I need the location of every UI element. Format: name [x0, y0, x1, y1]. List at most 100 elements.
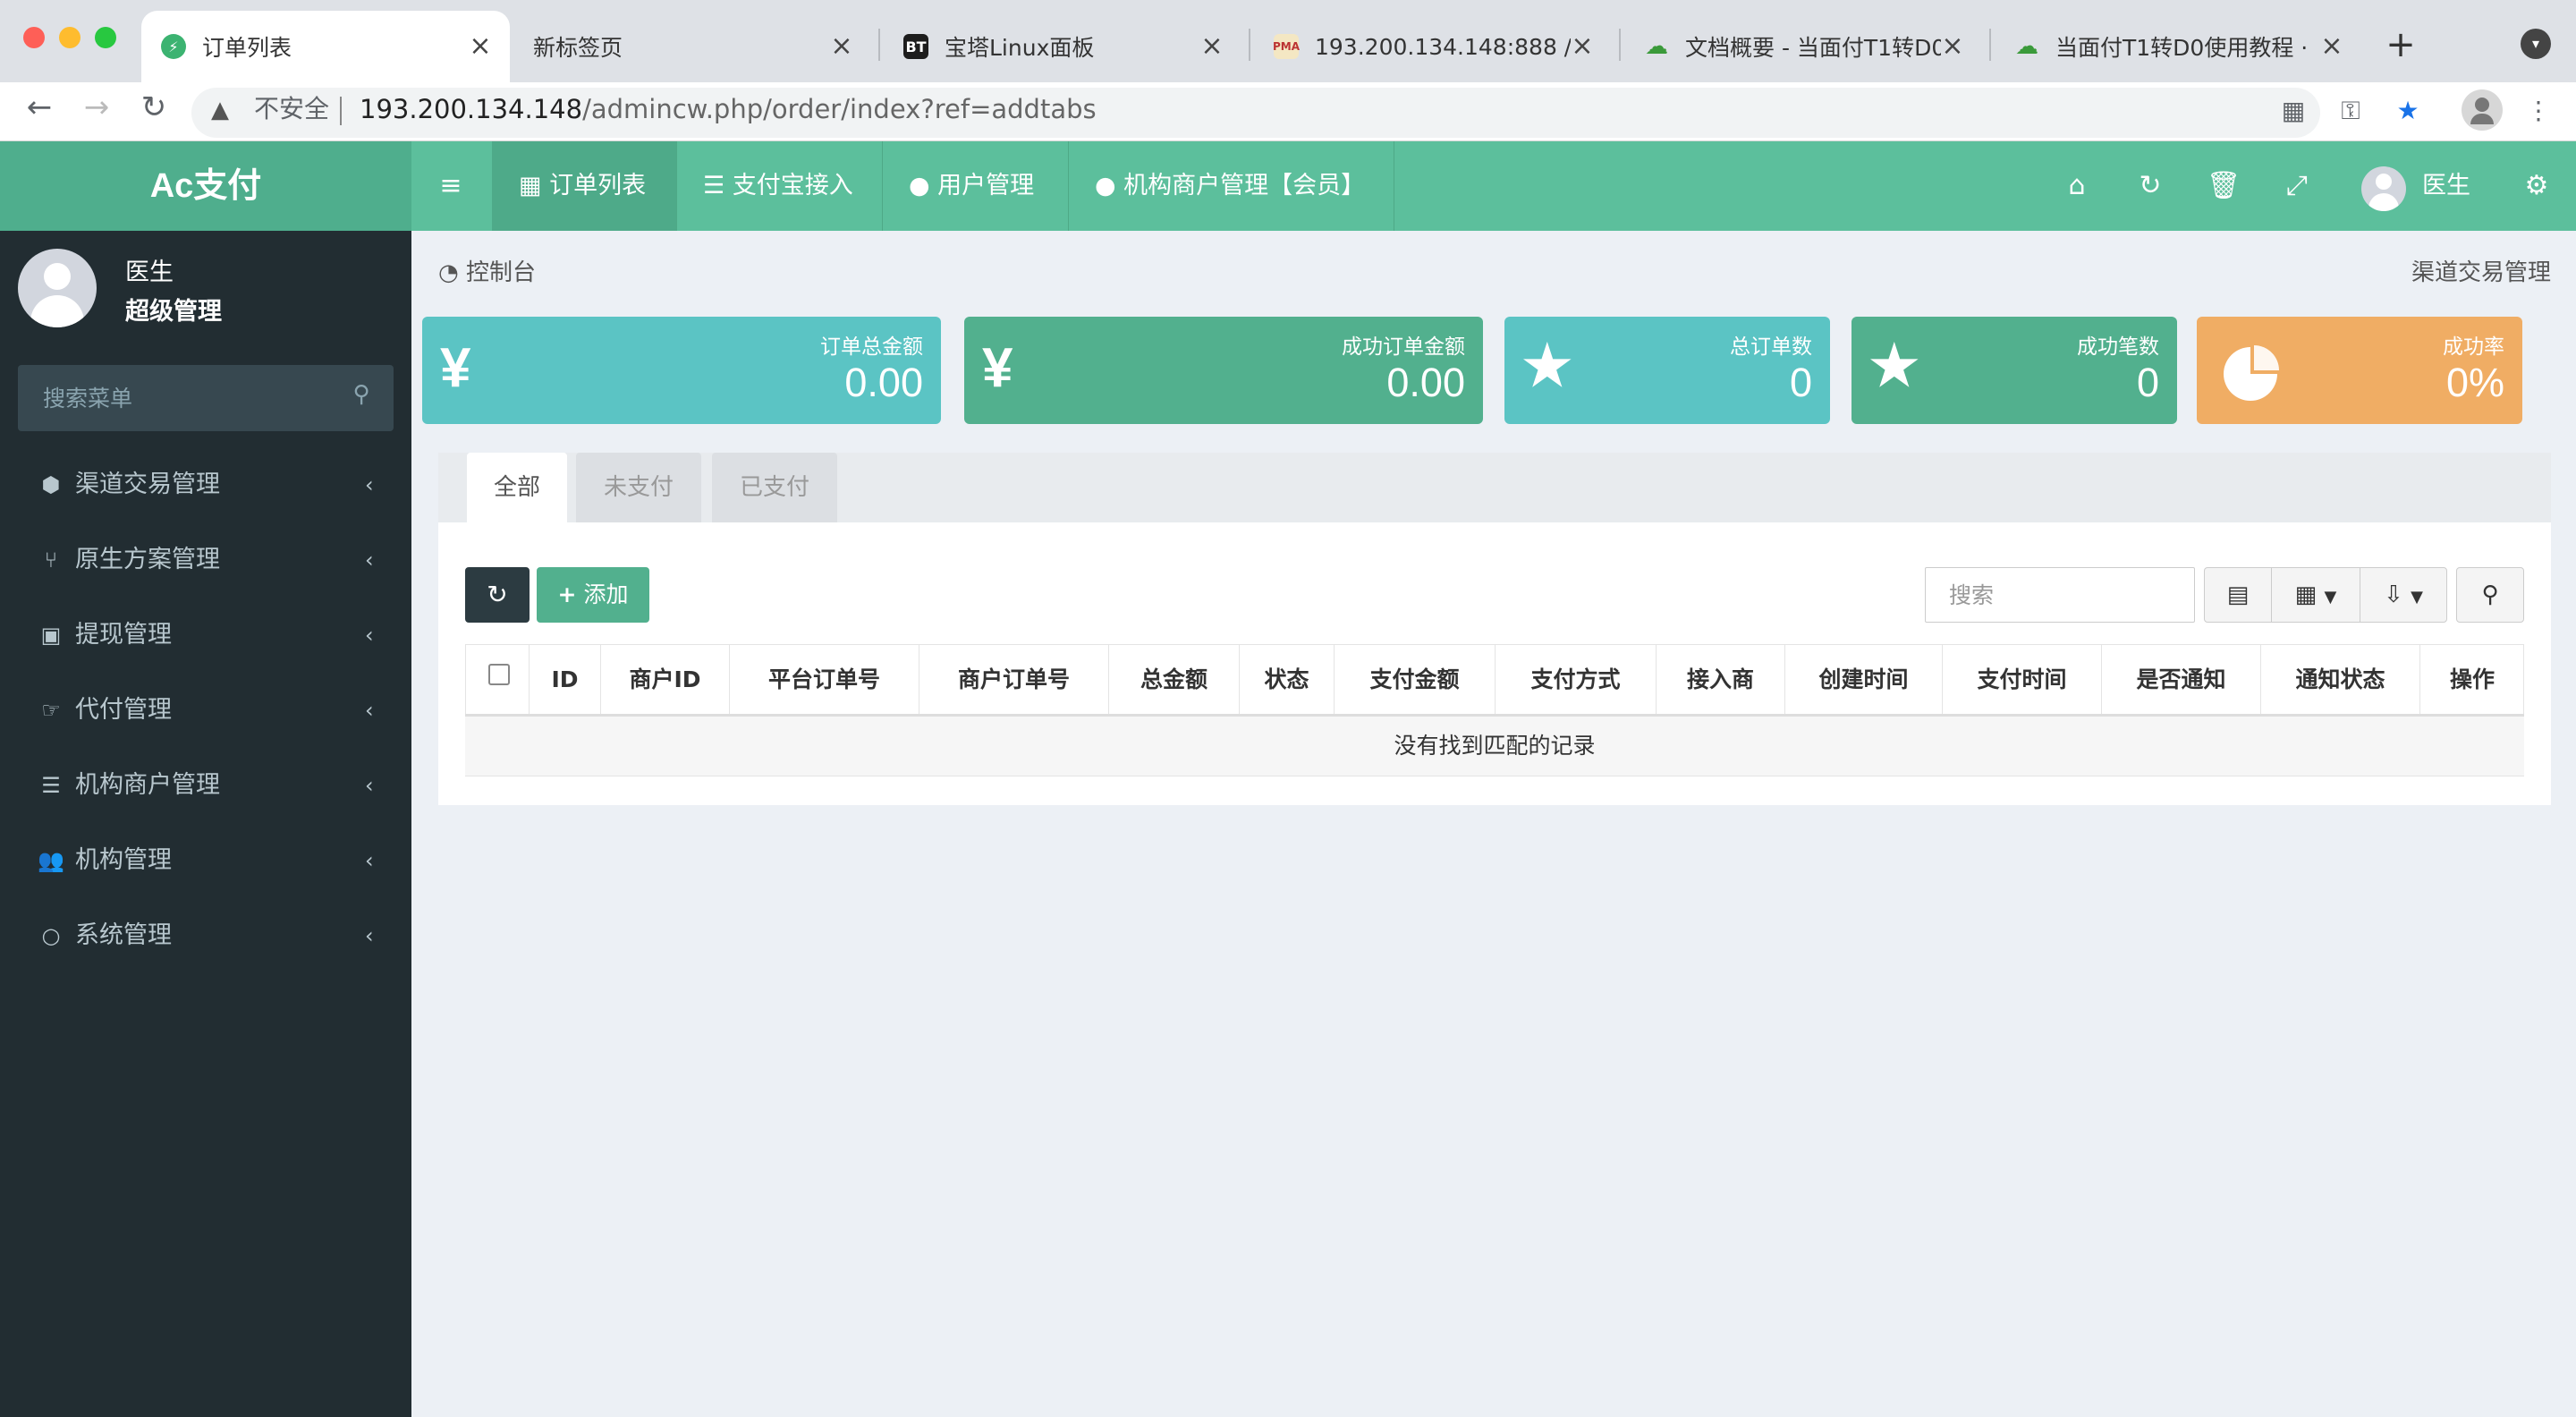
browser-menu-icon[interactable]: ⋮: [2517, 89, 2560, 132]
sidebar-item-org[interactable]: 👥 机构管理 ‹: [0, 823, 411, 898]
close-tab-icon[interactable]: ×: [830, 33, 853, 60]
stat-label: 成功率: [2443, 335, 2504, 359]
new-tab-button[interactable]: +: [2381, 20, 2420, 70]
stat-label: 订单总金额: [820, 335, 923, 359]
key-icon[interactable]: ⚿: [2329, 89, 2372, 132]
profile-avatar-icon[interactable]: [2462, 89, 2503, 131]
forward-icon[interactable]: →: [72, 82, 122, 132]
list-icon: ☰: [41, 773, 61, 798]
sidebar-item-channel-trade[interactable]: ⬢ 渠道交易管理 ‹: [0, 447, 411, 522]
breadcrumb-label: 控制台: [465, 259, 536, 286]
search-icon: ⚲: [2481, 581, 2499, 608]
brand-logo[interactable]: Ac支付: [0, 141, 411, 231]
bookmark-star-icon[interactable]: ★: [2386, 89, 2429, 132]
table-search-input[interactable]: [1925, 567, 2195, 623]
app-logo-icon: ⚡: [161, 34, 186, 59]
browser-tab[interactable]: ☁ 文档概要 - 当面付T1转D0 ×: [1624, 11, 1982, 82]
columns-button[interactable]: ▦ ▼: [2271, 567, 2360, 623]
browser-tab[interactable]: 新标签页 ×: [513, 11, 871, 82]
fullscreen-icon[interactable]: ⤢: [2279, 141, 2315, 231]
sidebar-item-native-plan[interactable]: ⑂ 原生方案管理 ‹: [0, 522, 411, 598]
sidebar-search-input[interactable]: [18, 365, 340, 431]
topnav-tab-alipay[interactable]: ☰ 支付宝接入: [676, 141, 882, 231]
sidebar-toggle-icon[interactable]: ≡: [433, 141, 469, 231]
usb-icon: ⑂: [44, 547, 58, 573]
tab-all[interactable]: 全部: [467, 453, 567, 522]
tab-title: 193.200.134.148:888 / lo: [1315, 33, 1571, 60]
column-header[interactable]: 商户ID: [601, 644, 730, 716]
browser-tab-active[interactable]: ⚡ 订单列表 ×: [141, 11, 510, 82]
tab-separator: [1619, 29, 1621, 61]
column-header[interactable]: 是否通知: [2102, 644, 2261, 716]
sidebar-item-label: 渠道交易管理: [75, 471, 220, 498]
close-tab-icon[interactable]: ×: [2320, 33, 2343, 60]
column-header[interactable]: 支付方式: [1496, 644, 1657, 716]
trash-icon[interactable]: 🗑: [2206, 141, 2241, 231]
tab-title: 新标签页: [533, 35, 623, 61]
search-icon[interactable]: ⚲: [343, 381, 379, 408]
topnav-tab-orders[interactable]: ▦ 订单列表: [492, 141, 676, 231]
column-header[interactable]: 商户订单号: [919, 644, 1109, 716]
column-header[interactable]: 创建时间: [1785, 644, 1943, 716]
home-icon[interactable]: ⌂: [2059, 141, 2095, 231]
maximize-window-button[interactable]: [95, 27, 116, 48]
column-header[interactable]: 平台订单号: [730, 644, 919, 716]
sidebar-item-payout[interactable]: ☞ 代付管理 ‹: [0, 673, 411, 748]
sidebar-item-org-merchant[interactable]: ☰ 机构商户管理 ‹: [0, 748, 411, 823]
select-all-checkbox[interactable]: [488, 664, 510, 685]
stat-card-success-amount: ¥ 成功订单金额 0.00: [964, 317, 1483, 424]
dashboard-icon: ◔: [438, 259, 459, 286]
column-header[interactable]: 通知状态: [2261, 644, 2420, 716]
plus-icon: +: [557, 581, 577, 607]
column-header[interactable]: 总金额: [1109, 644, 1240, 716]
column-header[interactable]: 支付金额: [1335, 644, 1496, 716]
header-avatar[interactable]: [2361, 166, 2406, 211]
export-button[interactable]: ⇩ ▼: [2360, 567, 2447, 623]
browser-tab[interactable]: BT 宝塔Linux面板 ×: [884, 11, 1241, 82]
chevron-left-icon: ‹: [365, 623, 374, 648]
close-window-button[interactable]: [23, 27, 45, 48]
url-text[interactable]: 193.200.134.148/admincw.php/order/index?…: [360, 93, 1097, 125]
cube-icon: ⬢: [41, 472, 61, 497]
column-header[interactable]: 状态: [1240, 644, 1335, 716]
close-tab-icon[interactable]: ×: [1200, 33, 1224, 60]
doc-cloud-icon: ☁: [1645, 33, 1668, 60]
refresh-icon[interactable]: ↻: [2132, 141, 2168, 231]
browser-tab[interactable]: ☁ 当面付T1转D0使用教程 · ×: [1995, 11, 2361, 82]
sidebar-item-withdraw[interactable]: ▣ 提现管理 ‹: [0, 598, 411, 673]
close-tab-icon[interactable]: ×: [1941, 33, 1964, 60]
minimize-window-button[interactable]: [59, 27, 80, 48]
address-separator: [340, 97, 342, 125]
header-user-name[interactable]: 医生: [2406, 141, 2470, 231]
close-tab-icon[interactable]: ×: [469, 33, 492, 60]
reload-icon[interactable]: ↻: [129, 82, 179, 132]
tab-unpaid[interactable]: 未支付: [576, 453, 701, 522]
column-header[interactable]: ID: [530, 644, 601, 716]
sidebar-item-system[interactable]: ○ 系统管理 ‹: [0, 898, 411, 973]
browser-tab[interactable]: PMA 193.200.134.148:888 / lo ×: [1254, 11, 1612, 82]
column-header[interactable]: 支付时间: [1943, 644, 2102, 716]
close-tab-icon[interactable]: ×: [1571, 33, 1594, 60]
qr-code-icon[interactable]: ▦: [2272, 89, 2315, 132]
refresh-button[interactable]: ↻: [465, 567, 530, 623]
sidebar-item-label: 代付管理: [75, 696, 172, 724]
stat-label: 成功订单金额: [1342, 335, 1465, 359]
topnav-tab-users[interactable]: ● 用户管理: [882, 141, 1068, 231]
back-icon[interactable]: ←: [14, 82, 64, 132]
circle-icon: ○: [41, 923, 61, 948]
add-button[interactable]: + 添加: [537, 567, 649, 623]
column-header[interactable]: 接入商: [1657, 644, 1785, 716]
stat-value: 0.00: [1386, 360, 1465, 405]
tab-paid[interactable]: 已支付: [712, 453, 837, 522]
settings-gears-icon[interactable]: ⚙: [2519, 141, 2555, 231]
security-label[interactable]: 不安全: [254, 93, 329, 125]
chevron-left-icon: ‹: [365, 923, 374, 948]
topnav-tab-merchants[interactable]: ● 机构商户管理【会员】: [1068, 141, 1394, 231]
breadcrumb-dashboard[interactable]: ◔ 控制台: [438, 254, 536, 287]
warning-icon[interactable]: ▲: [211, 97, 229, 123]
url-path: /admincw.php/order/index?ref=addtabs: [582, 94, 1097, 124]
toggle-view-button[interactable]: ▤: [2204, 567, 2272, 623]
advanced-search-button[interactable]: ⚲: [2456, 567, 2524, 623]
tab-search-icon[interactable]: ▾: [2521, 29, 2551, 59]
topnav-tab-label: 用户管理: [937, 172, 1035, 199]
